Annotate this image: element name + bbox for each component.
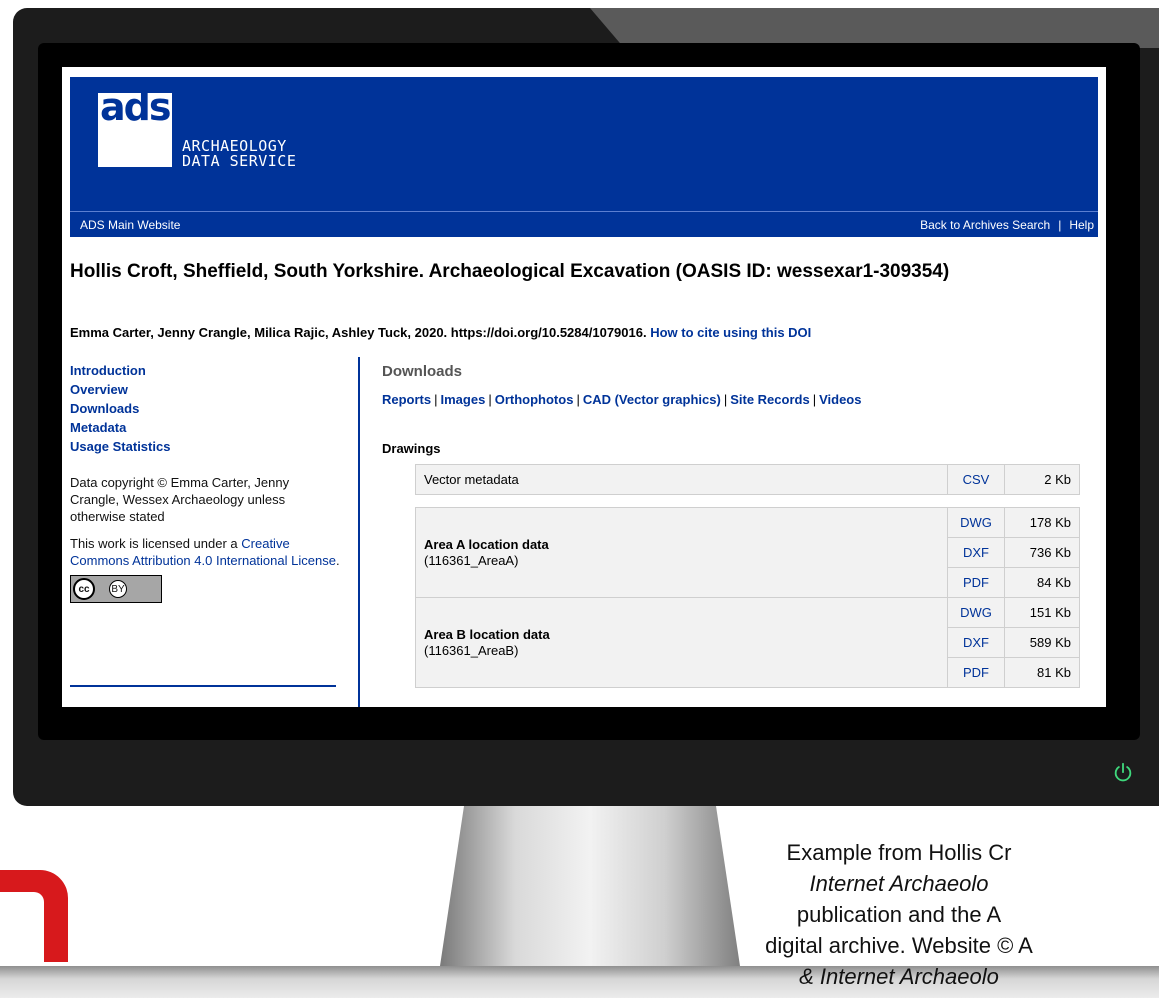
tab-images[interactable]: Images xyxy=(441,392,486,407)
file-size: 2 Kb xyxy=(1004,464,1080,495)
sidebar-item-overview[interactable]: Overview xyxy=(70,380,340,399)
downloads-panel: Downloads Reports | Images | Orthophotos | CAD… xyxy=(382,363,1082,688)
tab-site-records[interactable]: Site Records xyxy=(730,392,809,407)
nav-help[interactable]: Help xyxy=(1069,218,1094,232)
browser-screen: ads ARCHAEOLOGY DATA SERVICE ADS Main We… xyxy=(62,67,1106,707)
column-divider xyxy=(358,357,360,707)
file-group-description: Area A location data (116361_AreaA) xyxy=(415,507,948,598)
downloads-heading: Downloads xyxy=(382,363,463,380)
file-group-code: (116361_AreaB) xyxy=(424,642,519,658)
download-link[interactable]: PDF xyxy=(947,567,1005,598)
file-group-code: (116361_AreaA) xyxy=(424,552,519,568)
vector-metadata-table: Vector metadata CSV 2 Kb xyxy=(415,464,1080,495)
nav-ads-main-website[interactable]: ADS Main Website xyxy=(80,218,180,232)
file-group-name: Area B location data xyxy=(424,626,550,642)
file-size: 151 Kb xyxy=(1004,597,1080,628)
caption-line-4: digital archive. Website © A xyxy=(765,933,1033,958)
table-row: Area B location data (116361_AreaB) DWG … xyxy=(415,597,1080,688)
license-prefix: This work is licensed under a xyxy=(70,536,238,551)
nav-bar: ADS Main Website Back to Archives Search… xyxy=(70,211,1098,238)
tab-orthophotos[interactable]: Orthophotos xyxy=(495,392,574,407)
power-icon[interactable] xyxy=(1112,762,1134,784)
page-title: Hollis Croft, Sheffield, South Yorkshire… xyxy=(70,261,950,282)
sidebar-item-introduction[interactable]: Introduction xyxy=(70,361,340,380)
sidebar-item-metadata[interactable]: Metadata xyxy=(70,418,340,437)
creative-commons-icon: cc xyxy=(73,578,95,600)
download-tabs: Reports | Images | Orthophotos | CAD (Vector g… xyxy=(382,392,862,407)
caption: Example from Hollis Cr Internet Archaeol… xyxy=(639,837,1159,992)
nav-back-to-archives-search[interactable]: Back to Archives Search xyxy=(920,218,1050,232)
nav-separator: | xyxy=(1058,218,1062,232)
authors-citation: Emma Carter, Jenny Crangle, Milica Rajic… xyxy=(70,325,1106,340)
file-label: Vector metadata xyxy=(415,464,948,495)
tab-cad[interactable]: CAD (Vector graphics) xyxy=(583,392,721,407)
sidebar-item-downloads[interactable]: Downloads xyxy=(70,399,340,418)
red-logo-fragment xyxy=(0,870,68,962)
caption-line-3: publication and the A xyxy=(796,902,1002,927)
sidebar-divider xyxy=(70,685,336,687)
license-suffix: . xyxy=(335,553,340,568)
location-data-table: Area A location data (116361_AreaA) DWG … xyxy=(415,507,1080,688)
nav-right: Back to Archives Search | Help xyxy=(920,218,1094,232)
download-link[interactable]: DWG xyxy=(947,507,1005,538)
license-notice: This work is licensed under a Creative C… xyxy=(70,535,340,569)
table-row: Area A location data (116361_AreaA) DWG … xyxy=(415,507,1080,598)
download-link[interactable]: DXF xyxy=(947,627,1005,658)
logo-text: ARCHAEOLOGY DATA SERVICE xyxy=(182,139,296,169)
file-size: 178 Kb xyxy=(1004,507,1080,538)
caption-line-2: Internet Archaeolo xyxy=(809,871,989,896)
sidebar-item-usage-statistics[interactable]: Usage Statistics xyxy=(70,437,340,456)
download-link[interactable]: CSV xyxy=(947,464,1005,495)
authors-text: Emma Carter, Jenny Crangle, Milica Rajic… xyxy=(70,325,647,340)
table-row: Vector metadata CSV 2 Kb xyxy=(415,464,1080,495)
site-header: ads ARCHAEOLOGY DATA SERVICE ADS Main We… xyxy=(70,77,1098,237)
cite-doi-link[interactable]: How to cite using this DOI xyxy=(650,325,811,340)
file-size: 589 Kb xyxy=(1004,627,1080,658)
logo-mark: ads xyxy=(98,85,172,167)
download-link[interactable]: PDF xyxy=(947,657,1005,688)
attribution-icon: BY xyxy=(109,580,127,598)
file-size: 736 Kb xyxy=(1004,537,1080,568)
cc-by-badge[interactable]: cc BY xyxy=(70,575,162,603)
download-link[interactable]: DWG xyxy=(947,597,1005,628)
caption-line-5: & Internet Archaeolo xyxy=(799,964,999,989)
download-link[interactable]: DXF xyxy=(947,537,1005,568)
tab-reports[interactable]: Reports xyxy=(382,392,431,407)
file-group-description: Area B location data (116361_AreaB) xyxy=(415,597,948,688)
caption-line-1: Example from Hollis Cr xyxy=(786,840,1012,865)
monitor-glare xyxy=(590,8,1159,48)
sidebar: Introduction Overview Downloads Metadata… xyxy=(70,361,340,603)
copyright-notice: Data copyright © Emma Carter, Jenny Cran… xyxy=(70,475,290,524)
file-group-name: Area A location data xyxy=(424,536,549,552)
file-size: 81 Kb xyxy=(1004,657,1080,688)
tab-videos[interactable]: Videos xyxy=(819,392,861,407)
file-size: 84 Kb xyxy=(1004,567,1080,598)
drawings-heading: Drawings xyxy=(382,441,441,456)
logo-line-2: DATA SERVICE xyxy=(182,152,297,170)
